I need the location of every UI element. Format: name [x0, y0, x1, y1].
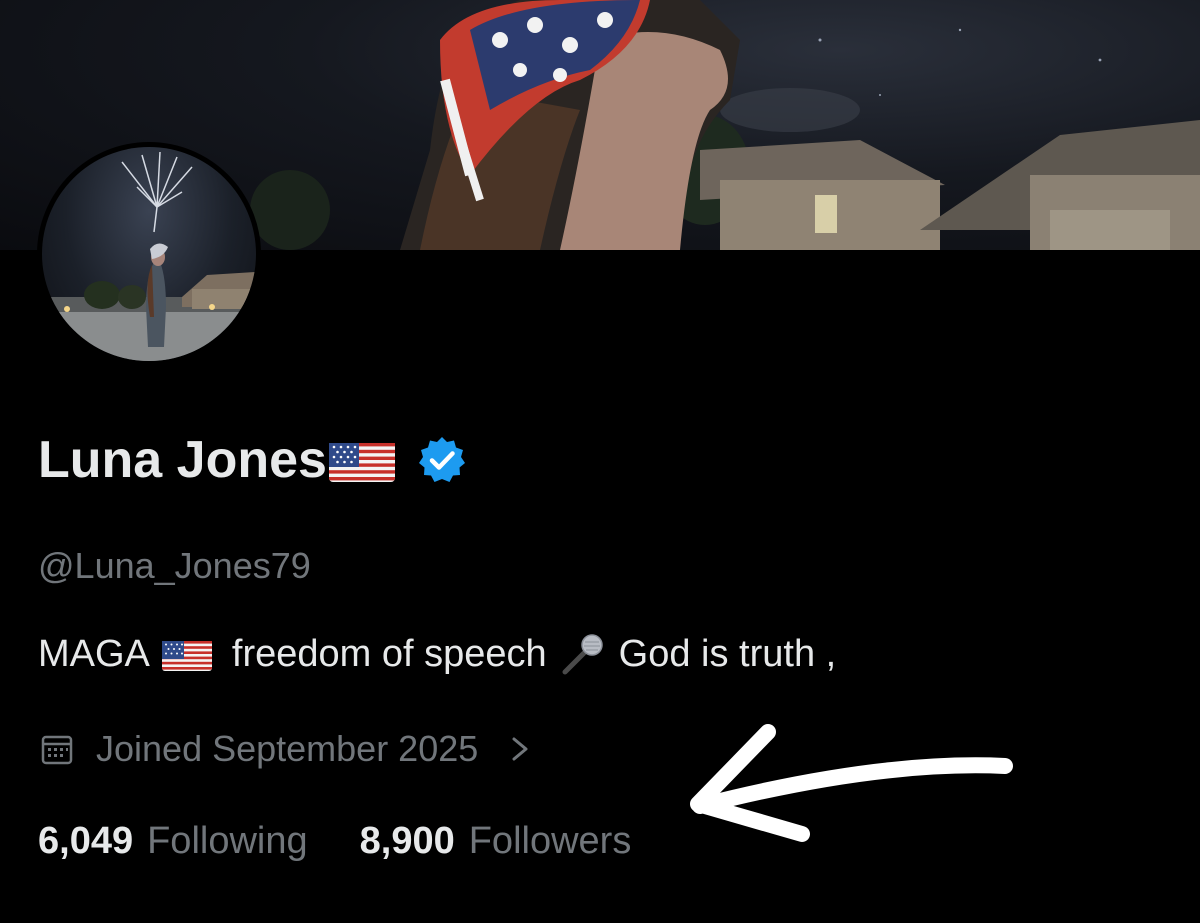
- chevron-right-icon: [512, 737, 528, 761]
- bio-text-part2: freedom of speech: [231, 633, 547, 675]
- bio-text-part3: God is truth ,: [618, 633, 837, 675]
- joined-date-text: Joined September 2025: [96, 728, 479, 769]
- verified-badge-icon[interactable]: [417, 435, 467, 485]
- following-link[interactable]: 6,049 Following: [38, 814, 308, 868]
- bio-text-part1: MAGA: [38, 633, 150, 675]
- display-name-text: Luna Jones: [38, 431, 327, 489]
- followers-label: Followers: [468, 820, 632, 862]
- followers-link[interactable]: 8,900 Followers: [360, 814, 632, 868]
- follow-stats: 6,049 Following 8,900 Followers: [38, 814, 631, 868]
- microphone-emoji: [559, 630, 607, 678]
- profile-bio: MAGA freedom of speech God is truth ,: [38, 628, 836, 680]
- username-handle: @Luna_Jones79: [38, 545, 311, 586]
- us-flag-emoji: [328, 438, 395, 482]
- profile-avatar[interactable]: [37, 142, 261, 366]
- following-label: Following: [147, 820, 308, 862]
- following-count: 6,049: [38, 820, 134, 862]
- followers-count: 8,900: [359, 820, 455, 862]
- joined-date[interactable]: Joined September 2025: [40, 724, 534, 774]
- avatar-photo: [42, 147, 256, 361]
- annotation-arrow: [690, 724, 1013, 842]
- display-name: Luna Jones: [38, 428, 467, 492]
- calendar-icon: [41, 735, 73, 765]
- us-flag-emoji: [161, 637, 212, 671]
